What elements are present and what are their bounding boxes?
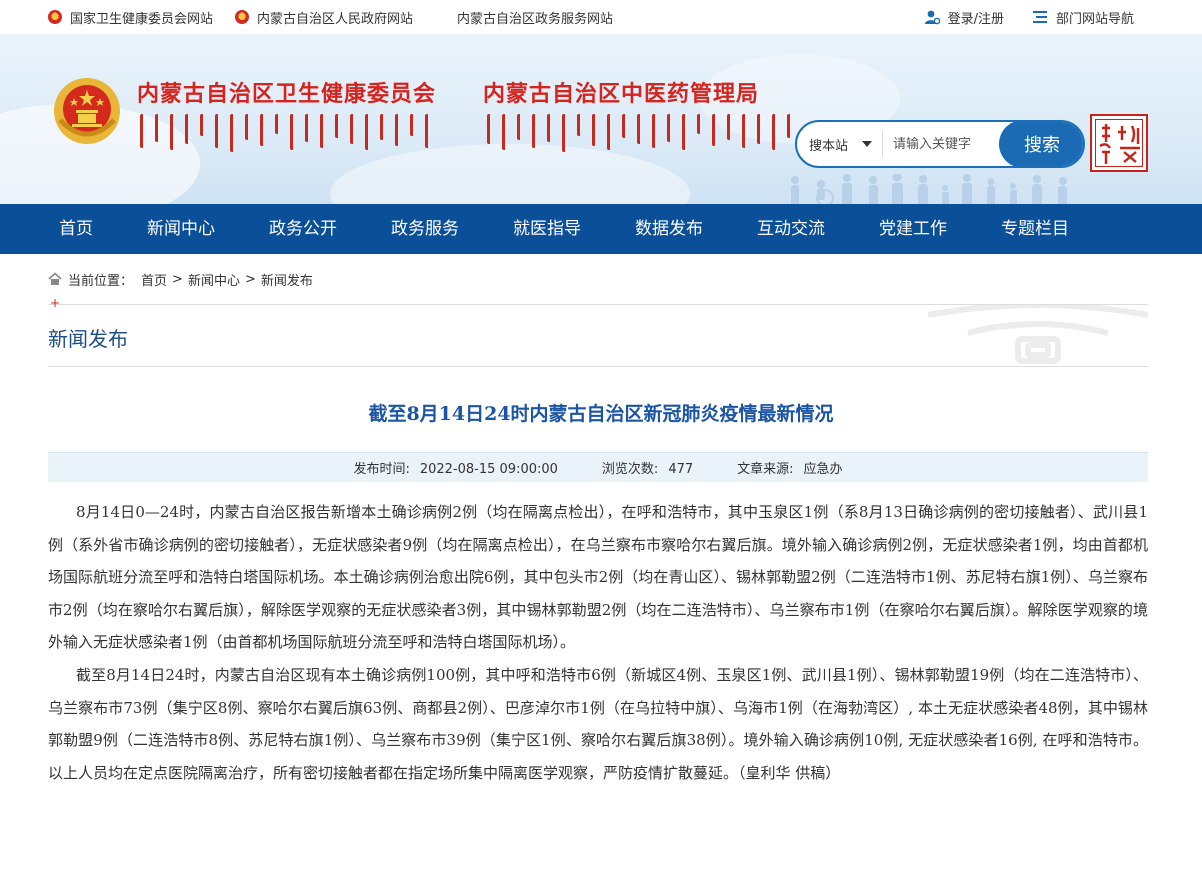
title-health-commission: 内蒙古自治区卫生健康委员会 — [137, 81, 437, 107]
meta-views: 浏览次数: 477 — [601, 462, 694, 477]
site-header: 内蒙古自治区卫生健康委员会 内蒙古自治区中医药管理局 搜本站 搜索 — [0, 34, 1202, 204]
breadcrumb-label: 当前位置： — [68, 273, 134, 289]
breadcrumb-home[interactable]: 首页 — [141, 270, 167, 289]
nav-home[interactable]: 首页 — [32, 204, 120, 254]
title-tcm-bureau: 内蒙古自治区中医药管理局 — [483, 81, 760, 107]
nav-data-release[interactable]: 数据发布 — [608, 204, 730, 254]
nav-medical-guidance[interactable]: 就医指导 — [486, 204, 608, 254]
search-scope-select[interactable]: 搜本站 — [797, 131, 883, 157]
view-count: 477 — [668, 462, 694, 477]
top-utility-bar: 国家卫生健康委员会网站 内蒙古自治区人民政府网站 内蒙古自治区政务服务网站 登录… — [0, 0, 1202, 34]
meta-source: 文章来源: 应急办 — [737, 462, 843, 477]
link-nmg-gov[interactable]: 内蒙古自治区人民政府网站 — [235, 8, 413, 27]
mongolian-script-right — [487, 114, 793, 154]
article-title: 截至8月14日24时内蒙古自治区新冠肺炎疫情最新情况 — [368, 403, 834, 425]
link-nmg-service-label: 内蒙古自治区政务服务网站 — [457, 11, 614, 27]
site-search: 搜本站 搜索 — [795, 120, 1085, 168]
external-links: 国家卫生健康委员会网站 内蒙古自治区人民政府网站 内蒙古自治区政务服务网站 — [48, 0, 635, 34]
section-title: 新闻发布 — [48, 327, 128, 351]
breadcrumb-separator: > — [172, 271, 183, 287]
seal-logo — [1090, 114, 1148, 172]
login-label: 登录/注册 — [947, 11, 1004, 27]
meta-published: 发布时间: 2022-08-15 09:00:00 — [353, 462, 558, 477]
national-emblem-icon — [54, 78, 120, 144]
nav-government-services[interactable]: 政务服务 — [364, 204, 486, 254]
main-nav: 首页 新闻中心 政务公开 政务服务 就医指导 数据发布 互动交流 党建工作 专题… — [0, 204, 1202, 254]
article-body: 8月14日0—24时，内蒙古自治区报告新增本土确诊病例2例（均在隔离点检出），在… — [48, 496, 1148, 789]
emblem-icon — [235, 10, 250, 24]
search-scope-label: 搜本站 — [809, 138, 849, 154]
emblem-icon — [48, 10, 62, 24]
article-source: 应急办 — [803, 462, 843, 477]
search-button[interactable]: 搜索 — [999, 122, 1083, 166]
link-nhc-label: 国家卫生健康委员会网站 — [70, 11, 214, 27]
breadcrumb: 当前位置： 首页 > 新闻中心 > 新闻发布 — [0, 254, 1202, 304]
dept-nav-link[interactable]: 部门网站导航 — [1032, 8, 1134, 27]
nav-interaction[interactable]: 互动交流 — [730, 204, 852, 254]
nav-special-topics[interactable]: 专题栏目 — [974, 204, 1096, 254]
breadcrumb-separator: > — [244, 271, 256, 287]
section-header: 新闻发布 — [48, 305, 1148, 367]
user-icon — [924, 10, 940, 25]
dept-nav-label: 部门网站导航 — [1055, 11, 1134, 27]
people-silhouette-illustration — [791, 174, 1067, 204]
login-link[interactable]: 登录/注册 — [924, 8, 1004, 27]
article-meta: 发布时间: 2022-08-15 09:00:00 浏览次数: 477 文章来源: 应… — [48, 452, 1148, 482]
breadcrumb-news-center[interactable]: 新闻中心 — [188, 270, 240, 289]
nav-news-center[interactable]: 新闻中心 — [120, 204, 242, 254]
breadcrumb-news-release[interactable]: 新闻发布 — [261, 270, 313, 289]
nav-party-building[interactable]: 党建工作 — [852, 204, 974, 254]
home-icon — [48, 272, 62, 285]
link-nmg-service[interactable]: 内蒙古自治区政务服务网站 — [435, 8, 613, 27]
article-paragraph: 8月14日0—24时，内蒙古自治区报告新增本土确诊病例2例（均在隔离点检出），在… — [48, 503, 1148, 652]
mongolian-script-left — [140, 114, 431, 154]
list-icon — [1032, 11, 1047, 23]
publish-time: 2022-08-15 09:00:00 — [419, 462, 558, 477]
caret-down-icon — [862, 141, 873, 147]
user-links: 登录/注册 部门网站导航 — [896, 0, 1134, 34]
nav-government-affairs[interactable]: 政务公开 — [242, 204, 364, 254]
pattern-ornament-icon — [928, 305, 1148, 364]
link-nhc[interactable]: 国家卫生健康委员会网站 — [48, 8, 213, 27]
seal-icon — [1099, 124, 1140, 164]
search-input[interactable] — [883, 136, 1001, 152]
article-paragraph: 截至8月14日24时，内蒙古自治区现有本土确诊病例100例，其中呼和浩特市6例（… — [48, 665, 1148, 782]
link-nmg-gov-label: 内蒙古自治区人民政府网站 — [257, 11, 414, 27]
